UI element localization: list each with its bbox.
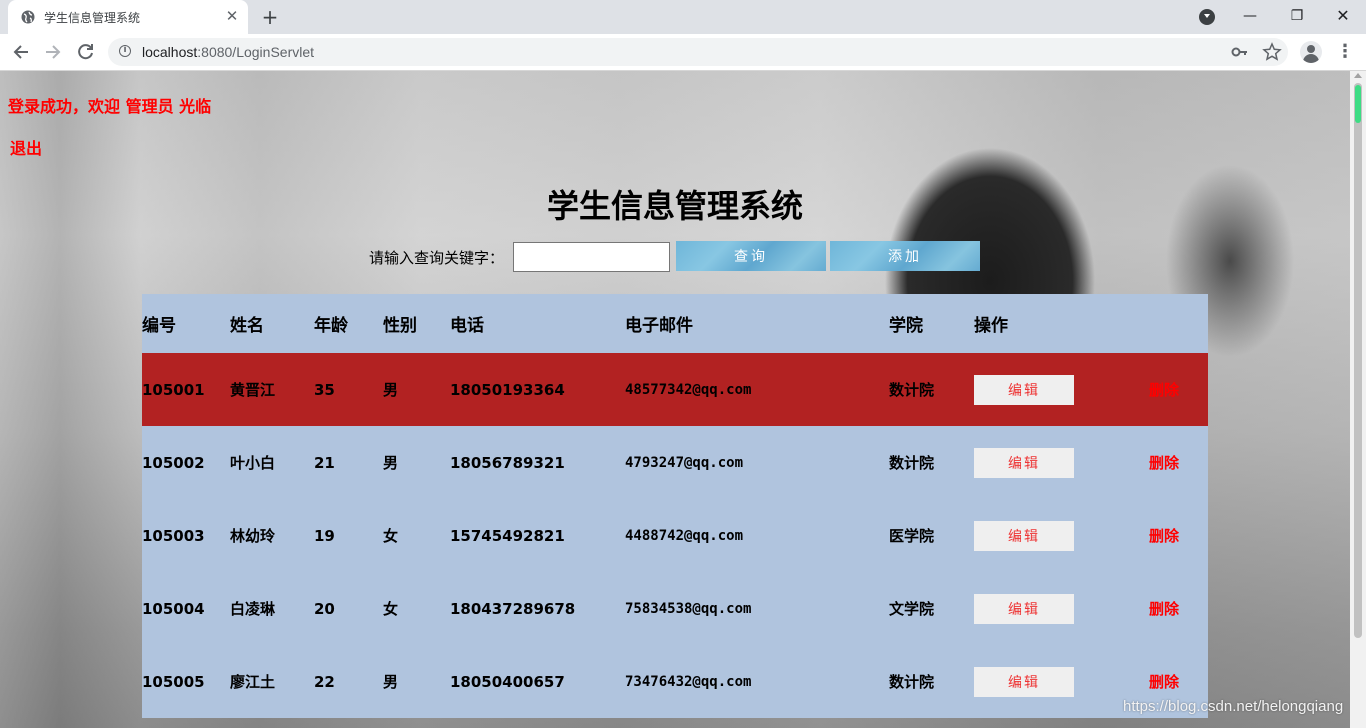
search-label: 请输入查询关键字： (369, 249, 505, 267)
cell-name: 林幼玲 (230, 527, 276, 545)
scroll-position-marker (1355, 85, 1361, 123)
search-input[interactable] (513, 242, 670, 272)
cell-id: 105002 (142, 453, 205, 472)
cell-phone: 180437289678 (450, 599, 576, 618)
header-email: 电子邮件 (625, 316, 693, 336)
header-phone: 电话 (450, 316, 484, 336)
watermark: https://blog.csdn.net/helongqiang (1123, 698, 1344, 715)
cell-sex: 女 (383, 600, 399, 618)
tab-close-icon[interactable]: ✕ (224, 8, 240, 24)
edit-button[interactable]: 编辑 (974, 594, 1074, 624)
vertical-scrollbar[interactable] (1350, 71, 1366, 728)
scroll-thumb[interactable] (1354, 83, 1362, 638)
browser-toolbar: i localhost:8080/LoginServlet ⋮ (0, 34, 1366, 71)
cell-id: 105003 (142, 526, 205, 545)
add-button[interactable]: 添加 (830, 241, 980, 271)
globe-icon (21, 10, 35, 24)
edit-button[interactable]: 编辑 (974, 448, 1074, 478)
cell-sex: 女 (383, 527, 399, 545)
forward-arrow-icon[interactable] (42, 42, 64, 62)
delete-link[interactable]: 删除 (1149, 353, 1179, 426)
cell-age: 19 (314, 526, 335, 545)
cell-college: 医学院 (889, 527, 935, 545)
welcome-message: 登录成功，欢迎 管理员 光临 (8, 97, 212, 116)
reload-icon[interactable] (75, 42, 97, 62)
new-tab-icon[interactable]: + (260, 7, 280, 27)
tab-strip: 学生信息管理系统 ✕ + — ❐ ✕ (0, 0, 1366, 34)
table-header: 编号 姓名 年龄 性别 电话 电子邮件 学院 操作 (142, 294, 1208, 353)
cell-age: 20 (314, 599, 335, 618)
delete-link[interactable]: 删除 (1149, 426, 1179, 499)
cell-name: 廖江土 (230, 673, 276, 691)
delete-link[interactable]: 删除 (1149, 499, 1179, 572)
url-text[interactable]: localhost:8080/LoginServlet (142, 44, 314, 60)
cell-email: 4488742@qq.com (625, 527, 744, 544)
browser-tab[interactable]: 学生信息管理系统 ✕ (8, 0, 248, 34)
edit-button[interactable]: 编辑 (974, 521, 1074, 551)
cell-sex: 男 (383, 381, 399, 399)
header-age: 年龄 (314, 316, 348, 336)
cell-phone: 18056789321 (450, 453, 565, 472)
table-row[interactable]: 105003 林幼玲 19 女 15745492821 4488742@qq.c… (142, 499, 1208, 572)
page-viewport: 登录成功，欢迎 管理员 光临 退出 学生信息管理系统 请输入查询关键字： 查询 … (0, 71, 1350, 728)
star-icon[interactable] (1262, 42, 1282, 62)
query-button[interactable]: 查询 (676, 241, 826, 271)
header-action: 操作 (974, 316, 1008, 336)
cell-email: 73476432@qq.com (625, 673, 752, 690)
cell-college: 数计院 (889, 673, 935, 691)
cell-college: 数计院 (889, 381, 935, 399)
info-icon[interactable]: i (119, 45, 131, 57)
cell-name: 叶小白 (230, 454, 276, 472)
edit-button[interactable]: 编辑 (974, 375, 1074, 405)
header-college: 学院 (889, 316, 923, 336)
table-row[interactable]: 105005 廖江土 22 男 18050400657 73476432@qq.… (142, 645, 1208, 718)
cell-phone: 18050400657 (450, 672, 565, 691)
header-sex: 性别 (383, 316, 417, 336)
cell-phone: 18050193364 (450, 380, 565, 399)
cell-email: 4793247@qq.com (625, 454, 744, 471)
table-row[interactable]: 105001 黄晋江 35 男 18050193364 48577342@qq.… (142, 353, 1208, 426)
cell-age: 35 (314, 380, 335, 399)
table-row[interactable]: 105002 叶小白 21 男 18056789321 4793247@qq.c… (142, 426, 1208, 499)
header-name: 姓名 (230, 316, 264, 336)
restore-icon[interactable]: ❐ (1287, 6, 1307, 26)
account-icon[interactable] (1300, 41, 1322, 63)
cell-name: 黄晋江 (230, 381, 276, 399)
kebab-menu-icon[interactable]: ⋮ (1336, 42, 1354, 62)
cell-email: 48577342@qq.com (625, 381, 752, 398)
cell-id: 105004 (142, 599, 205, 618)
cell-id: 105005 (142, 672, 205, 691)
address-bar[interactable]: i localhost:8080/LoginServlet (108, 38, 1288, 66)
cell-college: 数计院 (889, 454, 935, 472)
cell-age: 22 (314, 672, 335, 691)
edit-button[interactable]: 编辑 (974, 667, 1074, 697)
cell-id: 105001 (142, 380, 205, 399)
key-icon[interactable] (1230, 42, 1250, 62)
scroll-up-arrow-icon[interactable] (1354, 73, 1362, 78)
cell-phone: 15745492821 (450, 526, 565, 545)
delete-link[interactable]: 删除 (1149, 572, 1179, 645)
cell-email: 75834538@qq.com (625, 600, 752, 617)
tab-search-icon[interactable] (1199, 9, 1215, 25)
page-title: 学生信息管理系统 (546, 187, 803, 225)
cell-name: 白凌琳 (230, 600, 276, 618)
cell-sex: 男 (383, 454, 399, 472)
tab-title: 学生信息管理系统 (44, 11, 141, 25)
back-arrow-icon[interactable] (10, 42, 32, 62)
window-close-icon[interactable]: ✕ (1333, 6, 1353, 26)
student-table: 编号 姓名 年龄 性别 电话 电子邮件 学院 操作 105001 黄晋江 35 … (142, 294, 1208, 718)
table-row[interactable]: 105004 白凌琳 20 女 180437289678 75834538@qq… (142, 572, 1208, 645)
cell-sex: 男 (383, 673, 399, 691)
logout-link[interactable]: 退出 (10, 135, 42, 159)
cell-age: 21 (314, 453, 335, 472)
cell-college: 文学院 (889, 600, 935, 618)
header-id: 编号 (142, 316, 176, 336)
minimize-icon[interactable]: — (1240, 6, 1260, 26)
